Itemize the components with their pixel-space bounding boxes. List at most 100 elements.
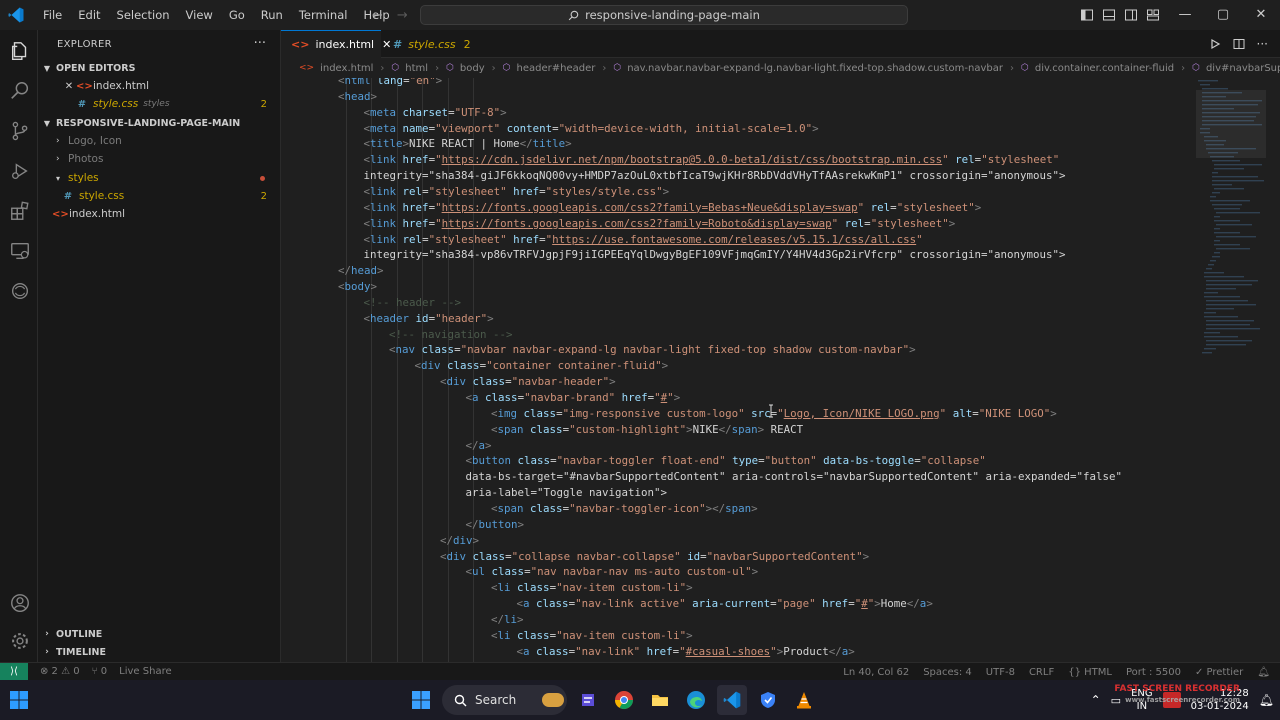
code-line[interactable]: </a> [466, 438, 492, 454]
close-icon[interactable]: ✕ [62, 81, 76, 92]
open-editor-item[interactable]: ✕ <> index.html [38, 77, 281, 95]
code-line[interactable]: aria-label="Toggle navigation"> [466, 485, 668, 501]
minimap[interactable] [1196, 78, 1266, 458]
settings-gear-icon[interactable] [9, 630, 31, 652]
code-line[interactable]: <head> [338, 89, 377, 105]
code-line[interactable]: <ul class="nav navbar-nav ms-auto custom… [466, 564, 759, 580]
breadcrumb-item[interactable]: html [405, 63, 428, 74]
open-editors-header[interactable]: ▼ OPEN EDITORS [38, 59, 281, 77]
code-line[interactable]: <link href="https://fonts.googleapis.com… [364, 200, 982, 216]
open-editor-item[interactable]: # style.css styles 2 [38, 95, 281, 113]
customize-layout-icon[interactable] [1146, 8, 1160, 22]
prettier-status[interactable]: ✓ Prettier [1195, 667, 1243, 678]
code-line[interactable]: <html lang="en"> [338, 78, 442, 89]
code-line[interactable]: data-bs-target="#navbarSupportedContent"… [466, 469, 1123, 485]
code-line[interactable]: <!-- navigation --> [389, 327, 513, 343]
toggle-panel-icon[interactable] [1102, 8, 1116, 22]
indentation-status[interactable]: Spaces: 4 [923, 667, 972, 678]
code-line[interactable]: <span class="custom-highlight">NIKE</spa… [491, 422, 803, 438]
language-mode-status[interactable]: {} HTML [1068, 667, 1112, 678]
breadcrumb-item[interactable]: nav.navbar.navbar-expand-lg.navbar-light… [627, 63, 1003, 74]
code-line[interactable]: <span class="navbar-toggler-icon"></span… [491, 501, 758, 517]
code-line[interactable]: <div class="navbar-header"> [440, 374, 616, 390]
taskbar-file-explorer-app[interactable] [645, 685, 675, 715]
breadcrumb-item[interactable]: div.container.container-fluid [1035, 63, 1174, 74]
menu-file[interactable]: File [35, 0, 70, 30]
folder-item[interactable]: ▾ styles [38, 169, 281, 187]
problems-status[interactable]: ⊗ 2 ⚠ 0 [40, 666, 80, 677]
code-line[interactable]: <a class="nav-link active" aria-current=… [517, 596, 933, 612]
forward-arrow-icon[interactable]: → [397, 8, 408, 23]
code-line[interactable]: <link rel="stylesheet" href="https://use… [364, 232, 923, 248]
menu-edit[interactable]: Edit [70, 0, 108, 30]
code-line[interactable]: integrity="sha384-vp86vTRFVJgpjF9jiIGPEE… [364, 247, 1066, 263]
code-line[interactable]: </head> [338, 263, 384, 279]
code-line[interactable]: <li class="nav-item custom-li"> [491, 628, 693, 644]
notifications-bell-icon[interactable]: 🔔︎ [1257, 667, 1270, 678]
code-line[interactable]: <nav class="navbar navbar-expand-lg navb… [389, 342, 916, 358]
split-editor-icon[interactable] [1233, 38, 1245, 50]
accounts-icon[interactable] [9, 592, 31, 614]
outline-section-header[interactable]: › OUTLINE [38, 625, 281, 643]
more-actions-icon[interactable]: ··· [1257, 37, 1268, 51]
code-line[interactable]: <div class="container container-fluid"> [415, 358, 669, 374]
code-line[interactable]: </div> [440, 533, 479, 549]
code-line[interactable]: </button> [466, 517, 525, 533]
explorer-icon[interactable] [9, 40, 31, 62]
back-arrow-icon[interactable]: ← [372, 8, 383, 23]
copilot-icon[interactable] [9, 280, 31, 302]
menu-terminal[interactable]: Terminal [291, 0, 356, 30]
code-line[interactable]: <title>NIKE REACT | Home</title> [364, 136, 572, 152]
taskbar-search-box[interactable]: Search [442, 685, 567, 715]
menu-view[interactable]: View [178, 0, 221, 30]
code-line[interactable]: integrity="sha384-giJF6kkoqNQ00vy+HMDP7a… [364, 168, 1066, 184]
taskbar-security-app[interactable] [753, 685, 783, 715]
taskbar-edge-app[interactable] [681, 685, 711, 715]
file-item[interactable]: # style.css 2 [38, 187, 281, 205]
breadcrumb-item[interactable]: div#navbarSupportedContent [1206, 63, 1280, 74]
minimize-button[interactable]: — [1166, 0, 1204, 30]
live-server-port-status[interactable]: Port : 5500 [1126, 667, 1181, 678]
remote-explorer-icon[interactable] [9, 240, 31, 262]
extensions-icon[interactable] [9, 200, 31, 222]
run-icon[interactable] [1209, 38, 1221, 50]
breadcrumb-item[interactable]: index.html [320, 63, 373, 74]
windows-start-icon[interactable] [8, 689, 30, 711]
code-line[interactable]: <button class="navbar-toggler float-end"… [466, 453, 986, 469]
run-debug-icon[interactable] [9, 160, 31, 182]
menu-selection[interactable]: Selection [109, 0, 178, 30]
code-line[interactable]: <meta charset="UTF-8"> [364, 105, 507, 121]
menu-run[interactable]: Run [253, 0, 291, 30]
code-line[interactable]: <a class="navbar-brand" href="#"> [466, 390, 681, 406]
toggle-primary-sidebar-icon[interactable] [1080, 8, 1094, 22]
code-line[interactable]: <meta name="viewport" content="width=dev… [364, 121, 819, 137]
file-item[interactable]: <> index.html [38, 205, 281, 223]
ports-status[interactable]: ⑂ 0 [92, 666, 108, 677]
menu-go[interactable]: Go [221, 0, 253, 30]
code-line[interactable]: <!-- header --> [364, 295, 462, 311]
breadcrumb-item[interactable]: header#header [517, 63, 596, 74]
code-line[interactable]: </li> [491, 612, 524, 628]
code-line[interactable]: <div class="collapse navbar-collapse" id… [440, 549, 869, 565]
maximize-button[interactable]: ▢ [1204, 0, 1242, 30]
toggle-secondary-sidebar-icon[interactable] [1124, 8, 1138, 22]
taskbar-vscode-app[interactable] [717, 685, 747, 715]
chevron-up-icon[interactable]: ⌃ [1091, 693, 1101, 707]
encoding-status[interactable]: UTF-8 [986, 667, 1015, 678]
start-menu-button[interactable] [406, 685, 436, 715]
remote-indicator-icon[interactable]: ⟩⟨ [0, 662, 28, 681]
taskbar-chrome-app[interactable] [609, 685, 639, 715]
tab-index-html[interactable]: <> index.html ✕ [281, 30, 391, 58]
tab-style-css[interactable]: # style.css 2 [383, 30, 471, 58]
code-line[interactable]: <a class="nav-link" href="#casual-shoes"… [517, 644, 855, 660]
notifications-icon[interactable]: 🔔︎ [1259, 693, 1274, 707]
timeline-section-header[interactable]: › TIMELINE [38, 643, 281, 661]
taskbar-vlc-app[interactable] [789, 685, 819, 715]
close-window-button[interactable]: ✕ [1242, 0, 1280, 30]
code-line[interactable]: <link href="https://fonts.googleapis.com… [364, 216, 956, 232]
code-line[interactable]: <body> [338, 279, 377, 295]
search-icon[interactable] [9, 80, 31, 102]
code-line[interactable]: <header id="header"> [364, 311, 494, 327]
code-editor[interactable]: <html lang="en"> <head> <meta charset="UTF… [281, 78, 1280, 662]
eol-status[interactable]: CRLF [1029, 667, 1054, 678]
